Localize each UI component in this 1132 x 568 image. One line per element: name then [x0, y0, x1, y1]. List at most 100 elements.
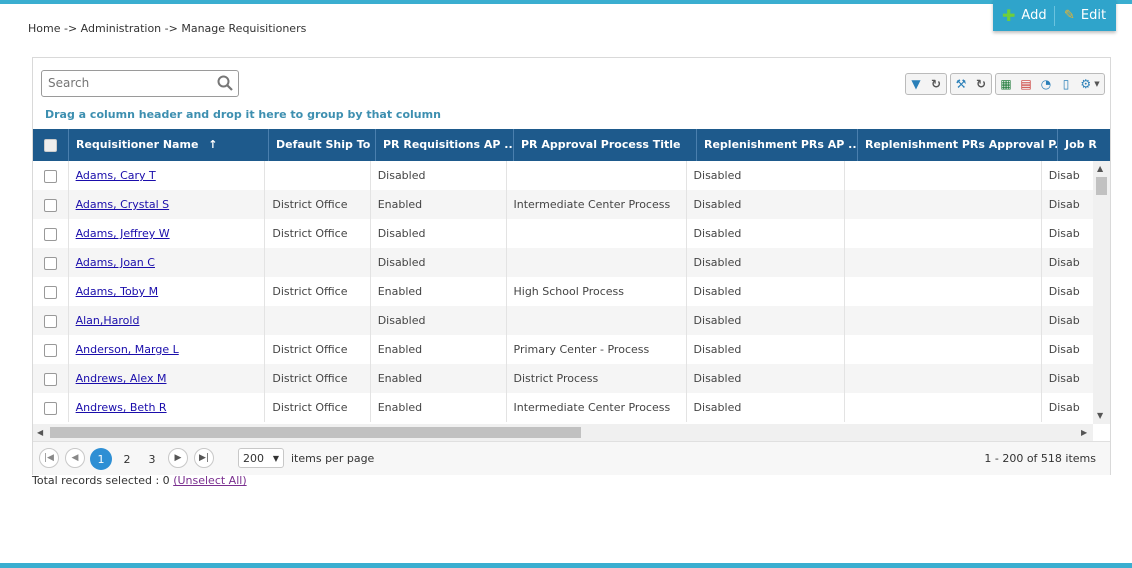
row-checkbox[interactable]	[44, 285, 57, 299]
previous-page-icon[interactable]: ◀	[65, 448, 85, 468]
rep-ap-cell: Disabled	[687, 393, 845, 422]
chart-icon[interactable]: ◔	[1036, 74, 1056, 94]
table-row[interactable]: Andrews, Alex M District Office Enabled Dis…	[33, 364, 1093, 393]
requisitioner-link[interactable]: Alan,Harold	[76, 314, 140, 327]
next-page-icon[interactable]: ▶	[168, 448, 188, 468]
search-box	[41, 70, 239, 97]
scroll-left-icon[interactable]: ◀	[37, 428, 43, 437]
ship-to-cell: District Office	[265, 393, 371, 422]
ship-to-cell	[265, 161, 371, 190]
row-checkbox[interactable]	[44, 169, 57, 183]
row-checkbox[interactable]	[44, 372, 57, 386]
add-button[interactable]: ✚ Add	[993, 0, 1054, 31]
selection-summary: Total records selected : 0 (Unselect All…	[32, 474, 247, 487]
page-size-select[interactable]: 200 ▼	[238, 448, 284, 468]
add-label: Add	[1021, 8, 1047, 23]
export-group: ▦ ▤ ◔ ▯ ⚙ ▼	[995, 73, 1105, 95]
rep-title-cell	[845, 190, 1042, 219]
per-page-label: items per page	[291, 452, 375, 465]
column-header-pr-approval-process-title[interactable]: PR Approval Process Title	[514, 129, 697, 161]
table-row[interactable]: Andrews, Beth R District Office Enabled Int…	[33, 393, 1093, 422]
column-header-default-ship-to[interactable]: Default Ship To	[269, 129, 376, 161]
requisitioner-link[interactable]: Adams, Jeffrey W	[76, 227, 170, 240]
row-checkbox[interactable]	[44, 256, 57, 270]
table-row[interactable]: Anderson, Marge L District Office Enabled P…	[33, 335, 1093, 364]
name-cell: Anderson, Marge L	[69, 335, 266, 364]
job-cell: Disab	[1048, 256, 1080, 269]
table-row[interactable]: Alan,Harold Disabled Disabled Disab	[33, 306, 1093, 335]
column-header-replenishment-prs-ap[interactable]: Replenishment PRs AP ...	[697, 129, 858, 161]
job-cell: Disab	[1048, 285, 1080, 298]
scroll-down-icon[interactable]: ▼	[1097, 411, 1103, 420]
requisitioner-link[interactable]: Adams, Toby M	[76, 285, 159, 298]
rep-title-cell	[845, 335, 1042, 364]
pr-title-cell	[507, 161, 687, 190]
first-page-icon[interactable]: |◀	[39, 448, 59, 468]
rep-title-cell	[845, 161, 1042, 190]
requisitioner-link[interactable]: Adams, Crystal S	[76, 198, 170, 211]
refresh-icon[interactable]: ↻	[971, 74, 991, 94]
rep-title-cell	[845, 306, 1042, 335]
requisitioner-link[interactable]: Andrews, Beth R	[76, 401, 167, 414]
rep-title-cell	[845, 277, 1042, 306]
pr-title-cell: Intermediate Center Process	[507, 393, 687, 422]
table-row[interactable]: Adams, Cary T Disabled Disabled Disab	[33, 161, 1093, 190]
refresh-icon[interactable]: ↻	[926, 74, 946, 94]
scroll-up-icon[interactable]: ▲	[1097, 164, 1103, 173]
job-cell: Disab	[1048, 372, 1080, 385]
ship-to-cell	[265, 248, 371, 277]
job-cell: Disab	[1048, 401, 1080, 414]
select-all-checkbox[interactable]	[44, 138, 57, 152]
page-2-button[interactable]: 2	[116, 448, 138, 470]
scroll-right-icon[interactable]: ▶	[1081, 428, 1087, 437]
table-row[interactable]: Adams, Crystal S District Office Enabled In…	[33, 190, 1093, 219]
column-title: Requisitioner Name	[76, 138, 199, 151]
horizontal-scroll-thumb[interactable]	[50, 427, 581, 438]
row-select-cell	[33, 248, 69, 277]
top-accent-bar	[0, 0, 1132, 4]
rep-ap-cell: Disabled	[687, 190, 845, 219]
column-header-job[interactable]: Job R	[1058, 129, 1110, 161]
settings-group: ⚒ ↻	[950, 73, 992, 95]
wrench-icon[interactable]: ⚒	[951, 74, 971, 94]
table-row[interactable]: Adams, Toby M District Office Enabled High …	[33, 277, 1093, 306]
name-cell: Adams, Toby M	[69, 277, 266, 306]
excel-icon[interactable]: ▦	[996, 74, 1016, 94]
horizontal-scrollbar[interactable]: ◀ ▶	[33, 424, 1093, 441]
search-icon[interactable]	[216, 74, 234, 92]
table-row[interactable]: Adams, Jeffrey W District Office Disabled D…	[33, 219, 1093, 248]
requisitioner-link[interactable]: Adams, Cary T	[76, 169, 156, 182]
column-header-requisitioner-name[interactable]: Requisitioner Name ↑	[69, 129, 269, 161]
filter-icon[interactable]: ▼	[906, 74, 926, 94]
gear-icon[interactable]: ⚙ ▼	[1076, 74, 1104, 94]
grid-toolbar: ▼ ↻ ⚒ ↻ ▦ ▤ ◔ ▯ ⚙ ▼	[905, 73, 1105, 95]
unselect-all-link[interactable]: (Unselect All)	[173, 474, 246, 487]
vertical-scroll-thumb[interactable]	[1096, 177, 1107, 195]
row-checkbox[interactable]	[44, 401, 57, 415]
requisitioner-link[interactable]: Adams, Joan C	[76, 256, 155, 269]
ship-to-cell	[265, 306, 371, 335]
document-icon[interactable]: ▯	[1056, 74, 1076, 94]
pr-ap-cell: Enabled	[371, 190, 507, 219]
row-checkbox[interactable]	[44, 198, 57, 212]
last-page-icon[interactable]: ▶|	[194, 448, 214, 468]
page-1-button[interactable]: 1	[90, 448, 112, 470]
pr-ap-cell: Enabled	[371, 364, 507, 393]
vertical-scrollbar[interactable]: ▲ ▼	[1093, 161, 1110, 424]
rep-ap-cell: Disabled	[687, 219, 845, 248]
selected-count-text: Total records selected : 0	[32, 474, 170, 487]
requisitioner-link[interactable]: Andrews, Alex M	[76, 372, 167, 385]
row-select-cell	[33, 277, 69, 306]
row-checkbox[interactable]	[44, 343, 57, 357]
table-row[interactable]: Adams, Joan C Disabled Disabled Disab	[33, 248, 1093, 277]
requisitioner-link[interactable]: Anderson, Marge L	[76, 343, 179, 356]
grid-header: Requisitioner Name ↑ Default Ship To PR …	[33, 129, 1110, 161]
search-input[interactable]	[48, 74, 208, 92]
pdf-icon[interactable]: ▤	[1016, 74, 1036, 94]
page-3-button[interactable]: 3	[141, 448, 163, 470]
column-header-pr-requisitions-ap[interactable]: PR Requisitions AP ...	[376, 129, 514, 161]
edit-button[interactable]: ✎ Edit	[1054, 5, 1106, 26]
column-header-replenishment-prs-approval[interactable]: Replenishment PRs Approval P...	[858, 129, 1058, 161]
row-checkbox[interactable]	[44, 314, 57, 328]
row-checkbox[interactable]	[44, 227, 57, 241]
